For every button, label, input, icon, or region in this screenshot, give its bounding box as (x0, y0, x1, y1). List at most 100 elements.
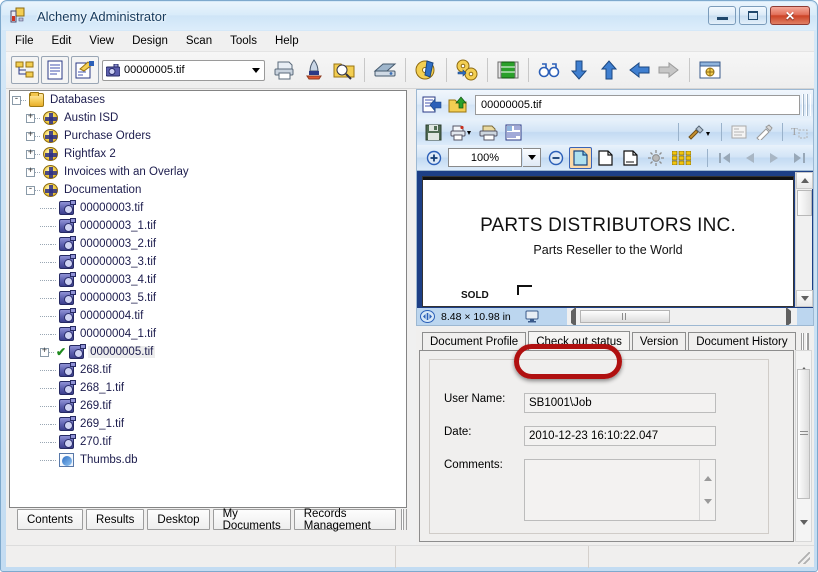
first-page-button[interactable] (713, 147, 736, 169)
maximize-button[interactable] (739, 6, 767, 25)
minimize-button[interactable] (708, 6, 736, 25)
viewer-vertical-scrollbar[interactable] (795, 172, 813, 307)
actual-size-button[interactable] (619, 147, 642, 169)
tree-node-rightfax-2[interactable]: + Rightfax 2 (10, 145, 406, 163)
tree-node-269-1-tif[interactable]: 269_1.tif (10, 415, 406, 433)
user-name-field[interactable]: SB1001\Job (524, 393, 716, 413)
tab-check-out-status[interactable]: Check out status (528, 331, 630, 351)
highlighter-button[interactable] (752, 121, 775, 143)
collapse-icon[interactable]: - (26, 184, 35, 195)
expand-icon[interactable]: + (26, 148, 35, 159)
scroll-up-button[interactable] (796, 172, 813, 189)
menu-item-scan[interactable]: Scan (177, 32, 221, 50)
doc-bar-grip[interactable] (802, 93, 811, 116)
insert-page-button[interactable] (420, 93, 444, 117)
annotation-tools-button[interactable] (684, 121, 714, 143)
detail-scroll-down-icon[interactable] (800, 520, 808, 537)
tree-node-00000003-3-tif[interactable]: 00000003_3.tif (10, 253, 406, 271)
move-up-button[interactable] (595, 56, 623, 84)
tree-node-invoices-with-an-overlay[interactable]: + Invoices with an Overlay (10, 163, 406, 181)
back-button[interactable] (625, 56, 653, 84)
expand-icon[interactable]: + (26, 166, 35, 177)
tree-node-00000003-5-tif[interactable]: 00000003_5.tif (10, 289, 406, 307)
comments-scroll-down-icon[interactable] (704, 499, 712, 516)
build-button[interactable] (412, 56, 440, 84)
viewer-scroll-thumb[interactable] (797, 190, 812, 216)
edit-profile-button[interactable] (71, 56, 99, 84)
comments-scrollbar[interactable] (699, 460, 715, 520)
document-viewer[interactable]: PARTS DISTRIBUTORS INC. Parts Reseller t… (416, 171, 814, 326)
tree-node-thumbs-db[interactable]: Thumbs.db (10, 451, 406, 469)
resize-grip[interactable] (798, 552, 810, 564)
scroll-right-button[interactable] (786, 306, 791, 325)
tree-node-268-1-tif[interactable]: 268_1.tif (10, 379, 406, 397)
copy-disc-button[interactable] (453, 56, 481, 84)
menu-item-file[interactable]: File (6, 32, 43, 50)
properties-button[interactable] (696, 56, 724, 84)
zoom-out-button[interactable] (544, 147, 567, 169)
tree-node-00000003-1-tif[interactable]: 00000003_1.tif (10, 217, 406, 235)
date-field[interactable]: 2010-12-23 16:10:22.047 (524, 426, 716, 446)
move-down-button[interactable] (565, 56, 593, 84)
menu-item-design[interactable]: Design (123, 32, 177, 50)
close-button[interactable]: ✕ (770, 6, 810, 25)
detail-scroll-thumb[interactable] (797, 369, 810, 499)
tab-contents[interactable]: Contents (17, 509, 84, 530)
tab-document-profile[interactable]: Document Profile (422, 332, 527, 351)
detail-scroll-up-icon[interactable] (800, 355, 808, 372)
comments-scroll-up-icon[interactable] (704, 464, 712, 481)
filmstrip-button[interactable] (494, 56, 522, 84)
menu-item-help[interactable]: Help (266, 32, 308, 50)
last-page-button[interactable] (788, 147, 811, 169)
tree-node-purchase-orders[interactable]: + Purchase Orders (10, 127, 406, 145)
tree-node-documentation[interactable]: - Documentation (10, 181, 406, 199)
screen-fit-icon[interactable] (525, 310, 539, 323)
menu-item-view[interactable]: View (80, 32, 123, 50)
fit-page-button[interactable] (569, 146, 592, 169)
tree-node-austin-isd[interactable]: + Austin ISD (10, 109, 406, 127)
detail-panel-scrollbar[interactable] (795, 350, 812, 542)
tab-version[interactable]: Version (631, 332, 687, 351)
tree-node-269-tif[interactable]: 269.tif (10, 397, 406, 415)
document-combo[interactable]: 00000005.tif (102, 59, 265, 81)
text-note-button[interactable] (727, 121, 750, 143)
expand-icon[interactable]: + (26, 112, 35, 123)
previous-page-button[interactable] (738, 147, 761, 169)
ocr-button[interactable] (300, 56, 328, 84)
tab-results[interactable]: Results (86, 509, 145, 530)
zoom-in-button[interactable] (422, 147, 445, 169)
pan-icon[interactable] (420, 310, 435, 323)
tree-node-databases[interactable]: - Databases (10, 91, 406, 109)
forward-button[interactable] (655, 56, 683, 84)
tree-node-00000004-tif[interactable]: 00000004.tif (10, 307, 406, 325)
document-path-field[interactable]: 00000005.tif (475, 94, 800, 115)
menu-item-edit[interactable]: Edit (43, 32, 81, 50)
brightness-button[interactable] (644, 147, 667, 169)
collapse-icon[interactable]: - (12, 94, 21, 105)
detail-tab-grip[interactable] (800, 333, 809, 351)
database-tree[interactable]: - Databases + Austin ISD + Purchase Orders + Ri… (9, 90, 407, 508)
tree-node-00000003-4-tif[interactable]: 00000003_4.tif (10, 271, 406, 289)
page-layout-button[interactable] (502, 121, 525, 143)
zoom-level-field[interactable]: 100% (448, 148, 522, 167)
document-view-button[interactable] (41, 56, 69, 84)
zoom-dropdown-button[interactable] (523, 148, 541, 167)
tab-desktop[interactable]: Desktop (147, 509, 210, 530)
tree-node-00000003-2-tif[interactable]: 00000003_2.tif (10, 235, 406, 253)
tree-node-268-tif[interactable]: 268.tif (10, 361, 406, 379)
scroll-down-button[interactable] (796, 290, 813, 307)
document-page[interactable]: PARTS DISTRIBUTORS INC. Parts Reseller t… (422, 176, 794, 307)
tab-document-history[interactable]: Document History (688, 332, 796, 351)
tree-view-button[interactable] (11, 56, 39, 84)
tab-records-management[interactable]: Records Management (293, 508, 396, 532)
expand-icon[interactable]: + (40, 346, 49, 357)
save-button[interactable] (422, 121, 445, 143)
expand-icon[interactable]: + (26, 130, 35, 141)
tab-my-documents[interactable]: My Documents (212, 508, 291, 532)
print-button[interactable] (270, 56, 298, 84)
viewer-horizontal-scrollbar[interactable] (567, 306, 797, 325)
viewer-hscroll-thumb[interactable] (580, 310, 670, 323)
text-select-button[interactable]: T (788, 121, 811, 143)
print-button[interactable] (477, 121, 500, 143)
print-setup-button[interactable] (447, 121, 475, 143)
